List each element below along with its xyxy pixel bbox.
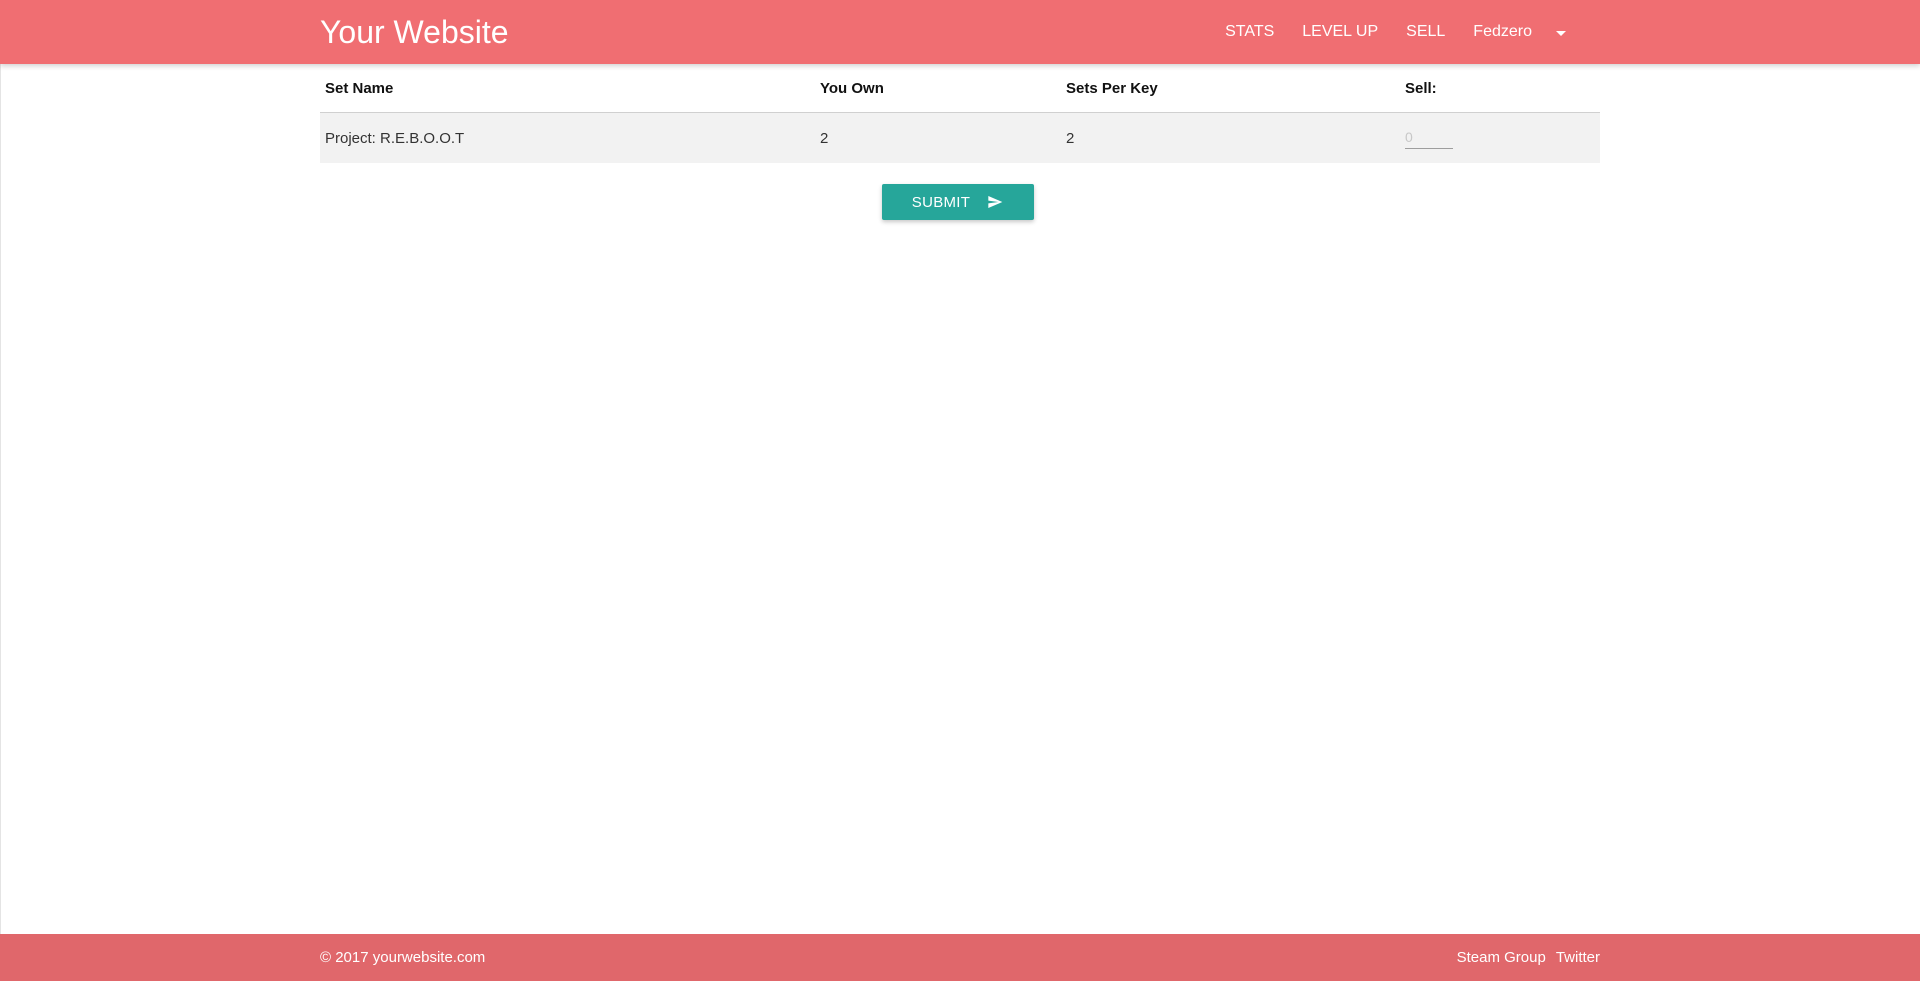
top-navbar: Your Website STATS LEVEL UP SELL Fedzero [0, 0, 1920, 64]
cell-set-name: Project: R.E.B.O.O.T [325, 129, 465, 147]
submit-container: SUBMIT [320, 184, 1600, 220]
brand-logo[interactable]: Your Website [320, 0, 509, 64]
header-sell: Sell: [1400, 64, 1600, 113]
user-name: Fedzero [1473, 23, 1532, 40]
nav-link-sell[interactable]: SELL [1392, 0, 1459, 64]
nav-link-level-up[interactable]: LEVEL UP [1288, 0, 1392, 64]
submit-button[interactable]: SUBMIT [882, 184, 1034, 220]
user-menu-dropdown[interactable]: Fedzero [1459, 0, 1580, 64]
cell-you-own: 2 [820, 129, 829, 147]
nav-links: STATS LEVEL UP SELL Fedzero [1211, 0, 1580, 64]
page-edge-divider [0, 64, 1, 934]
sell-quantity-input[interactable] [1405, 127, 1453, 149]
table-row: Project: R.E.B.O.O.T 2 2 [320, 112, 1600, 164]
nav-link-stats[interactable]: STATS [1211, 0, 1288, 64]
header-you-own: You Own [815, 64, 1061, 113]
footer-link-steam-group[interactable]: Steam Group [1457, 934, 1546, 981]
submit-label: SUBMIT [911, 193, 971, 211]
send-icon [988, 196, 1003, 208]
sets-table: Set Name You Own Sets Per Key Sell: Proj… [320, 64, 1600, 163]
cell-sets-per-key: 2 [1066, 129, 1075, 147]
footer-link-twitter[interactable]: Twitter [1556, 934, 1600, 981]
table-header-row: Set Name You Own Sets Per Key Sell: [320, 64, 1600, 113]
main-content: Set Name You Own Sets Per Key Sell: Proj… [320, 64, 1600, 220]
footer-links: Steam Group Twitter [1447, 934, 1600, 981]
header-sets-per-key: Sets Per Key [1061, 64, 1400, 113]
cell-sell [1400, 113, 1600, 164]
page-footer: © 2017 yourwebsite.com Steam Group Twitt… [0, 934, 1920, 981]
copyright-text: © 2017 yourwebsite.com [320, 949, 486, 966]
caret-down-icon [1556, 30, 1566, 36]
header-set-name: Set Name [320, 64, 815, 113]
